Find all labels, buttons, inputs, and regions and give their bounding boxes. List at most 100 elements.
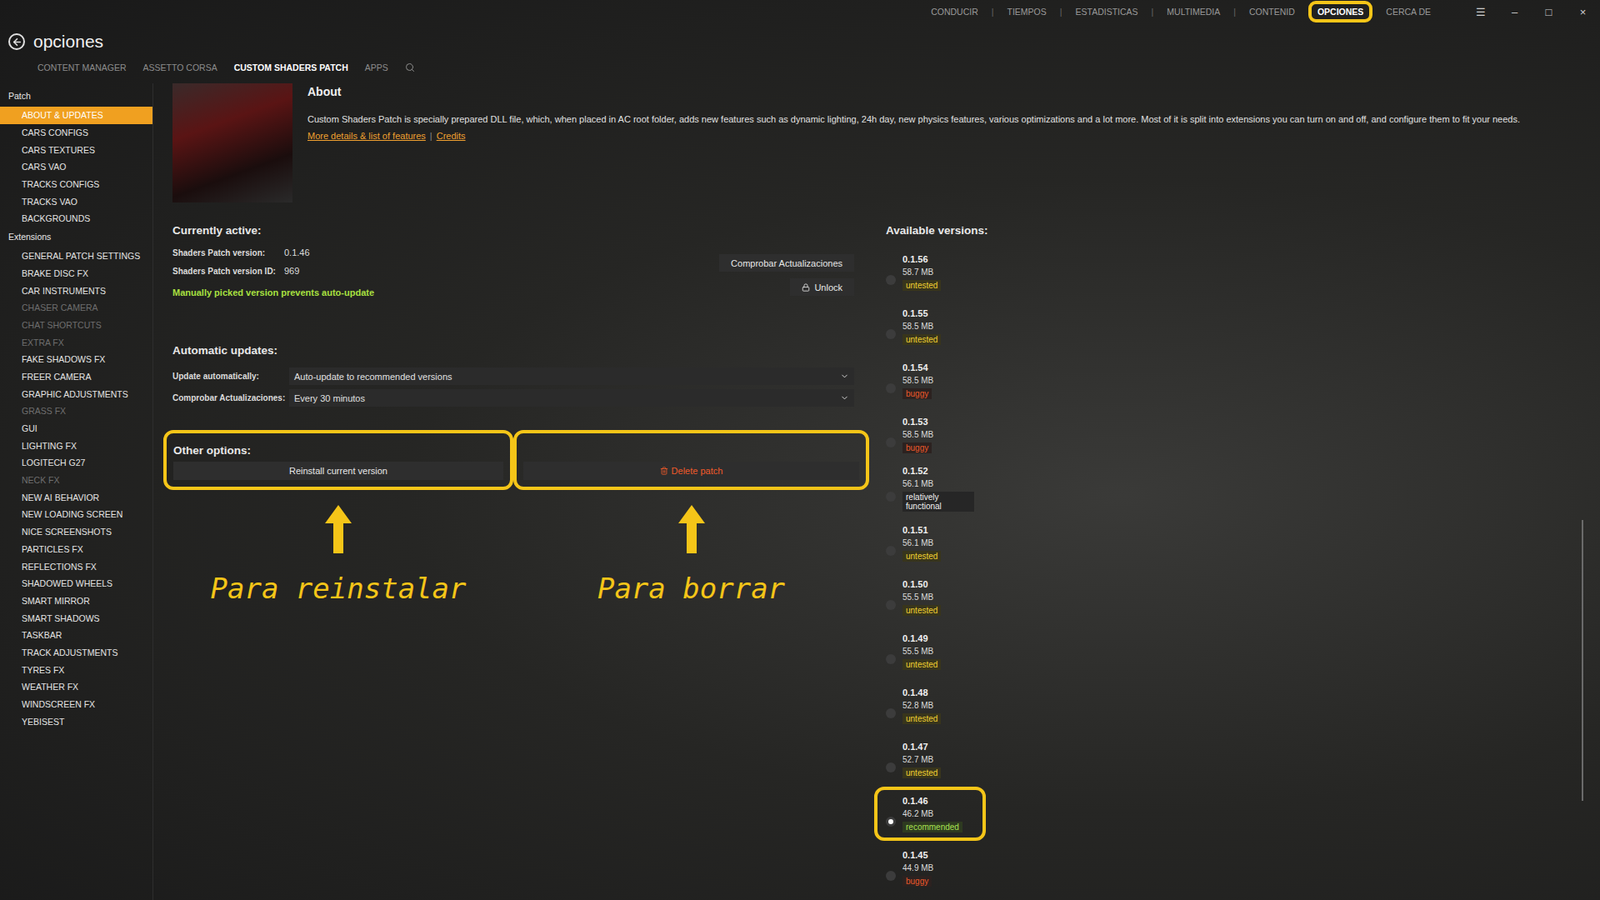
radio[interactable] bbox=[885, 870, 896, 881]
version-item[interactable]: 0.1.5458.5 MBbuggy bbox=[874, 353, 986, 408]
version-size: 58.5 MB bbox=[902, 430, 934, 440]
radio[interactable] bbox=[885, 437, 896, 448]
nav-link[interactable]: MULTIMEDIA bbox=[1157, 0, 1230, 23]
sidebar-item[interactable]: TASKBAR bbox=[0, 626, 153, 645]
annotation-label: Para borrar bbox=[597, 571, 785, 605]
radio[interactable] bbox=[885, 816, 896, 827]
reinstall-button[interactable]: Reinstall current version bbox=[173, 461, 504, 480]
version-item[interactable]: 0.1.4752.7 MBuntested bbox=[874, 732, 986, 787]
window-control[interactable]: □ bbox=[1531, 5, 1566, 19]
version-item[interactable]: 0.1.5256.1 MBrelatively functional bbox=[874, 461, 986, 516]
tab[interactable]: CUSTOM SHADERS PATCH bbox=[234, 62, 349, 73]
sidebar-item[interactable]: CARS TEXTURES bbox=[0, 140, 153, 159]
version-item[interactable]: 0.1.5658.7 MBuntested bbox=[874, 245, 986, 300]
version-item[interactable]: 0.1.4544.9 MBbuggy bbox=[874, 840, 986, 895]
sidebar-item[interactable]: CHASER CAMERA bbox=[0, 299, 153, 317]
nav-link[interactable]: CONDUCIR bbox=[921, 0, 988, 23]
sidebar-item[interactable]: TYRES FX bbox=[0, 660, 153, 679]
tab[interactable]: ASSETTO CORSA bbox=[143, 62, 218, 73]
version-item[interactable]: 0.1.4646.2 MBrecommended bbox=[874, 786, 986, 841]
field-value: 969 bbox=[284, 265, 300, 276]
sidebar-item[interactable]: TRACK ADJUSTMENTS bbox=[0, 644, 153, 662]
title-row: opciones bbox=[0, 23, 1600, 60]
sidebar-item[interactable]: NICE SCREENSHOTS bbox=[0, 523, 153, 541]
version-item[interactable]: 0.1.5558.5 MBuntested bbox=[874, 299, 986, 354]
current-section: Currently active:Shaders Patch version:0… bbox=[172, 224, 855, 298]
sidebar-item[interactable]: GRASS FX bbox=[0, 402, 153, 420]
check-updates-button[interactable]: Comprobar Actualizaciones bbox=[719, 254, 855, 272]
radio[interactable] bbox=[885, 545, 896, 556]
version-item[interactable]: 0.1.4955.5 MBuntested bbox=[874, 624, 986, 679]
sidebar-item[interactable]: BACKGROUNDS bbox=[0, 210, 153, 228]
tab[interactable]: APPS bbox=[365, 62, 389, 73]
search-icon[interactable] bbox=[405, 62, 415, 73]
scrollbar[interactable] bbox=[1581, 520, 1584, 801]
delete-button[interactable]: Delete patch bbox=[523, 461, 860, 480]
version-item[interactable]: 0.1.5156.1 MBuntested bbox=[874, 515, 986, 570]
sidebar-item[interactable]: YEBISEST bbox=[0, 712, 153, 730]
status-badge: untested bbox=[902, 767, 941, 779]
radio[interactable] bbox=[885, 275, 896, 285]
version-size: 56.1 MB bbox=[902, 479, 975, 489]
sidebar-item[interactable]: ABOUT & UPDATES bbox=[0, 106, 153, 125]
sidebar-item[interactable]: BRAKE DISC FX bbox=[0, 265, 153, 283]
window-control[interactable]: ☰ bbox=[1463, 5, 1498, 19]
sidebar-item[interactable]: NEW AI BEHAVIOR bbox=[0, 488, 153, 506]
field-label: Shaders Patch version ID: bbox=[172, 266, 285, 276]
nav-link[interactable]: ESTADISTICAS bbox=[1066, 0, 1148, 23]
version-item[interactable]: 0.1.4852.8 MBuntested bbox=[874, 678, 986, 733]
nav-link[interactable]: CONTENID bbox=[1240, 0, 1305, 23]
nav-separator: | bbox=[1060, 6, 1063, 17]
radio[interactable] bbox=[885, 654, 896, 665]
window-control[interactable]: – bbox=[1497, 5, 1532, 19]
status-badge: buggy bbox=[902, 388, 932, 400]
dropdown[interactable]: Auto-update to recommended versions bbox=[289, 367, 855, 385]
nav-link[interactable]: OPCIONES bbox=[1308, 0, 1373, 23]
sidebar-item[interactable]: SMART SHADOWS bbox=[0, 609, 153, 627]
radio[interactable] bbox=[885, 762, 896, 773]
version-item[interactable]: 0.1.5055.5 MBuntested bbox=[874, 570, 986, 625]
arrow-icon bbox=[325, 505, 352, 554]
tab[interactable]: CONTENT MANAGER bbox=[37, 62, 127, 73]
sidebar-item[interactable]: NEW LOADING SCREEN bbox=[0, 505, 153, 524]
sidebar-item[interactable]: FREER CAMERA bbox=[0, 368, 153, 386]
sidebar-item[interactable]: NECK FX bbox=[0, 471, 153, 490]
window-control[interactable]: × bbox=[1565, 5, 1600, 19]
sidebar-item[interactable]: LOGITECH G27 bbox=[0, 454, 153, 472]
radio[interactable] bbox=[885, 708, 896, 719]
version-item[interactable]: 0.1.5358.5 MBbuggy bbox=[874, 407, 986, 462]
sidebar-item[interactable]: CARS VAO bbox=[0, 158, 153, 176]
sidebar-item[interactable]: SHADOWED WHEELS bbox=[0, 575, 153, 593]
sidebar-item[interactable]: SMART MIRROR bbox=[0, 592, 153, 610]
version-size: 58.7 MB bbox=[902, 267, 941, 277]
sidebar-item[interactable]: GUI bbox=[0, 420, 153, 438]
sidebar-item[interactable]: CARS CONFIGS bbox=[0, 124, 153, 142]
sidebar-item[interactable]: LIGHTING FX bbox=[0, 436, 153, 455]
sidebar-item[interactable]: TRACKS CONFIGS bbox=[0, 175, 153, 194]
sidebar-item[interactable]: CHAT SHORTCUTS bbox=[0, 316, 153, 335]
radio[interactable] bbox=[885, 329, 896, 340]
sidebar-item[interactable]: GRAPHIC ADJUSTMENTS bbox=[0, 385, 153, 403]
chevron-down-icon bbox=[840, 371, 850, 381]
back-icon[interactable] bbox=[8, 33, 25, 50]
about-link[interactable]: Credits bbox=[436, 130, 466, 141]
sidebar-item[interactable]: FAKE SHADOWS FX bbox=[0, 350, 153, 369]
about-link[interactable]: More details & list of features bbox=[307, 130, 426, 141]
nav-link[interactable]: TIEMPOS bbox=[998, 0, 1056, 23]
radio[interactable] bbox=[885, 491, 896, 502]
lock-icon bbox=[801, 283, 810, 292]
unlock-button[interactable]: Unlock bbox=[790, 278, 855, 296]
sidebar-item[interactable]: WEATHER FX bbox=[0, 678, 153, 696]
nav-link[interactable]: CERCA DE bbox=[1376, 0, 1440, 23]
sidebar-item[interactable]: PARTICLES FX bbox=[0, 540, 153, 559]
sidebar-item[interactable]: GENERAL PATCH SETTINGS bbox=[0, 247, 153, 265]
sidebar-item[interactable]: CAR INSTRUMENTS bbox=[0, 281, 153, 300]
sidebar-item[interactable]: WINDSCREEN FX bbox=[0, 695, 153, 714]
dropdown[interactable]: Every 30 minutos bbox=[289, 389, 855, 407]
sidebar-item[interactable]: TRACKS VAO bbox=[0, 192, 153, 210]
radio[interactable] bbox=[885, 600, 896, 610]
sidebar-item[interactable]: EXTRA FX bbox=[0, 333, 153, 351]
sidebar-item[interactable]: REFLECTIONS FX bbox=[0, 557, 153, 575]
select-label: Comprobar Actualizaciones: bbox=[172, 393, 290, 403]
radio[interactable] bbox=[885, 383, 896, 394]
